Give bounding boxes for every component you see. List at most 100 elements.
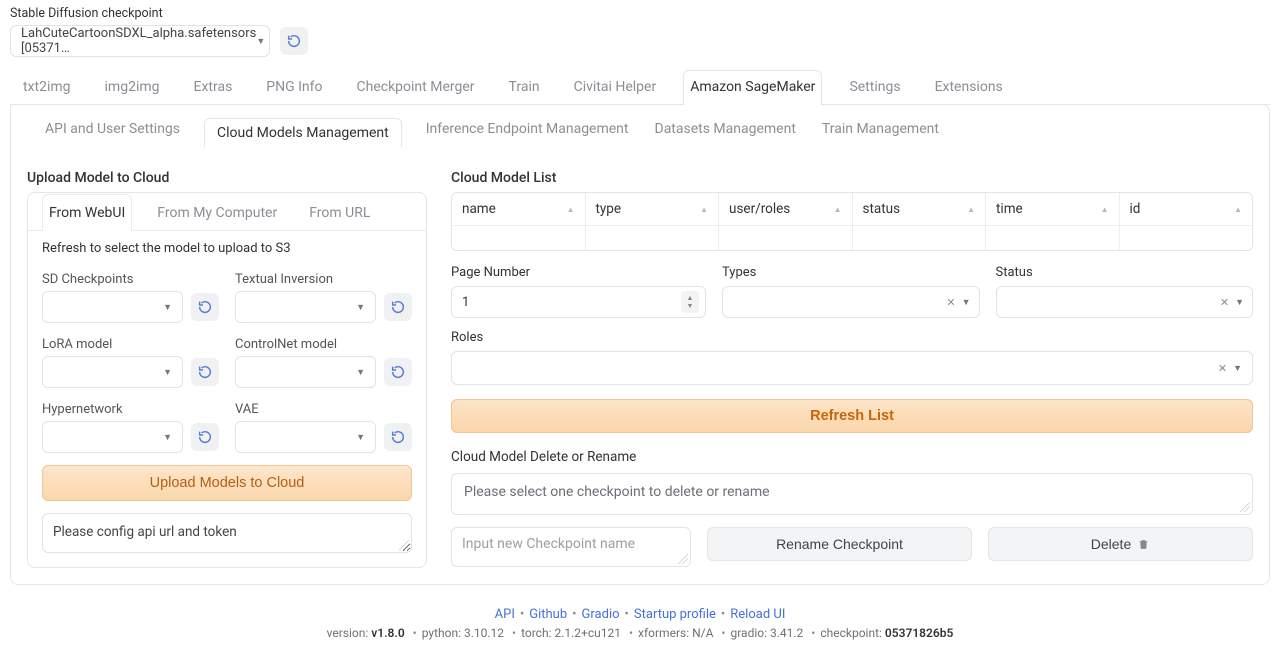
footer-link-github[interactable]: Github	[529, 607, 567, 622]
refresh-vae-button[interactable]	[384, 423, 412, 451]
refresh-icon	[197, 429, 213, 445]
page-number-value: 1	[462, 295, 469, 310]
cloud-model-table: name▲type▲user/roles▲status▲time▲id▲	[451, 192, 1253, 251]
subtab-train-management[interactable]: Train Management	[820, 117, 941, 146]
refresh-icon	[390, 299, 406, 315]
tab-txt2img[interactable]: txt2img	[16, 70, 78, 105]
footer-link-api[interactable]: API	[495, 607, 515, 622]
sort-icon[interactable]: ▲	[1101, 206, 1109, 213]
resize-handle-icon[interactable]	[678, 554, 688, 564]
tab-civitai-helper[interactable]: Civitai Helper	[567, 70, 664, 105]
sort-icon[interactable]: ▲	[567, 206, 575, 213]
chevron-down-icon: ▼	[687, 302, 694, 310]
resize-handle-icon[interactable]	[1240, 502, 1250, 512]
table-cell	[586, 226, 720, 250]
roles-select[interactable]: ✕ ▼	[451, 351, 1253, 385]
column-time[interactable]: time ▲	[986, 193, 1120, 225]
lora-model-select[interactable]: ▼	[42, 356, 183, 388]
refresh-list-button[interactable]: Refresh List	[451, 399, 1253, 433]
new-checkpoint-name-input[interactable]: Input new Checkpoint name	[451, 527, 691, 567]
clear-icon[interactable]: ✕	[1220, 296, 1229, 309]
column-label: status	[863, 201, 901, 217]
delete-rename-placeholder: Please select one checkpoint to delete o…	[464, 484, 770, 500]
hypernetwork-select[interactable]: ▼	[42, 421, 183, 453]
refresh-checkpoint-button[interactable]	[280, 27, 308, 55]
page-number-label: Page Number	[451, 265, 706, 280]
footer: API•Github•Gradio•Startup profile•Reload…	[10, 607, 1270, 640]
table-cell	[719, 226, 853, 250]
page-number-input[interactable]: 1 ▲▼	[451, 286, 706, 318]
status-select[interactable]: ✕ ▼	[996, 286, 1254, 318]
footer-link-gradio[interactable]: Gradio	[582, 607, 620, 622]
delete-rename-label: Cloud Model Delete or Rename	[451, 449, 1253, 465]
column-type[interactable]: type▲	[586, 193, 720, 225]
upload-models-button[interactable]: Upload Models to Cloud	[42, 465, 412, 501]
column-user-roles[interactable]: user/roles▲	[719, 193, 853, 225]
subtab-inference-endpoint-management[interactable]: Inference Endpoint Management	[424, 117, 631, 146]
resize-handle-icon[interactable]	[399, 540, 409, 550]
checkpoint-hash: 05371826b5	[885, 626, 953, 640]
tab-extensions[interactable]: Extensions	[928, 70, 1010, 105]
roles-label: Roles	[451, 330, 1253, 345]
sd-checkpoint-value: LahCuteCartoonSDXL_alpha.safetensors [05…	[21, 26, 256, 56]
refresh-sd-checkpoints-button[interactable]	[191, 293, 219, 321]
tab-settings[interactable]: Settings	[842, 70, 907, 105]
chevron-up-icon: ▲	[687, 294, 694, 302]
upload-source-tabs: From WebUI From My Computer From URL	[28, 193, 426, 231]
tab-amazon-sagemaker[interactable]: Amazon SageMaker	[683, 70, 822, 105]
controlnet-model-select[interactable]: ▼	[235, 356, 376, 388]
upload-tab-from-webui[interactable]: From WebUI	[42, 194, 132, 231]
clear-icon[interactable]: ✕	[946, 296, 955, 309]
rename-checkpoint-button[interactable]: Rename Checkpoint	[707, 527, 972, 561]
tab-extras[interactable]: Extras	[187, 70, 240, 105]
tab-train[interactable]: Train	[502, 70, 547, 105]
column-label: time	[996, 201, 1023, 217]
footer-link-startup-profile[interactable]: Startup profile	[634, 607, 716, 622]
field-label: Textual Inversion	[235, 272, 412, 287]
refresh-lora-model-button[interactable]	[191, 358, 219, 386]
types-select[interactable]: ✕ ▼	[722, 286, 980, 318]
torch-version: torch: 2.1.2+cu121	[521, 626, 621, 640]
cloud-list-title: Cloud Model List	[451, 170, 1253, 186]
subtab-api-and-user-settings[interactable]: API and User Settings	[43, 117, 182, 146]
sort-icon[interactable]: ▲	[967, 206, 975, 213]
vae-select[interactable]: ▼	[235, 421, 376, 453]
delete-checkpoint-button[interactable]: Delete	[988, 527, 1253, 561]
tab-img2img[interactable]: img2img	[98, 70, 167, 105]
clear-icon[interactable]: ✕	[1218, 362, 1227, 375]
subtab-datasets-management[interactable]: Datasets Management	[653, 117, 798, 146]
checkpoint-prefix: checkpoint:	[820, 626, 885, 640]
sort-icon[interactable]: ▲	[1234, 206, 1242, 213]
chevron-down-icon: ▼	[1233, 363, 1242, 374]
upload-hint: Refresh to select the model to upload to…	[42, 241, 412, 256]
column-name[interactable]: name▲	[452, 193, 586, 225]
sort-icon[interactable]: ▲	[834, 206, 842, 213]
sd-checkpoint-select[interactable]: LahCuteCartoonSDXL_alpha.safetensors [05…	[10, 25, 270, 57]
status-label: Status	[996, 265, 1254, 280]
tab-checkpoint-merger[interactable]: Checkpoint Merger	[350, 70, 482, 105]
delete-rename-select[interactable]: Please select one checkpoint to delete o…	[451, 473, 1253, 515]
refresh-controlnet-model-button[interactable]	[384, 358, 412, 386]
upload-status-textarea[interactable]: Please config api url and token	[42, 513, 412, 553]
upload-tab-from-url[interactable]: From URL	[302, 194, 377, 231]
textual-inversion-select[interactable]: ▼	[235, 291, 376, 323]
upload-tab-from-my-computer[interactable]: From My Computer	[150, 194, 284, 231]
refresh-hypernetwork-button[interactable]	[191, 423, 219, 451]
number-stepper[interactable]: ▲▼	[681, 291, 699, 313]
types-label: Types	[722, 265, 980, 280]
sort-icon[interactable]: ▲	[700, 206, 708, 213]
subtab-cloud-models-management[interactable]: Cloud Models Management	[204, 118, 402, 147]
table-cell	[853, 226, 987, 250]
sagemaker-subtabs: API and User Settings Cloud Models Manage…	[27, 105, 1253, 156]
column-status[interactable]: status ▲	[853, 193, 987, 225]
table-cell	[986, 226, 1120, 250]
refresh-textual-inversion-button[interactable]	[384, 293, 412, 321]
tab-png-info[interactable]: PNG Info	[259, 70, 329, 105]
gradio-version: gradio: 3.41.2	[730, 626, 803, 640]
footer-link-reload-ui[interactable]: Reload UI	[730, 607, 785, 622]
column-id[interactable]: id▲	[1120, 193, 1253, 225]
chevron-down-icon: ▼	[356, 302, 365, 313]
table-cell	[1120, 226, 1253, 250]
new-name-placeholder: Input new Checkpoint name	[462, 536, 635, 552]
sd-checkpoints-select[interactable]: ▼	[42, 291, 183, 323]
